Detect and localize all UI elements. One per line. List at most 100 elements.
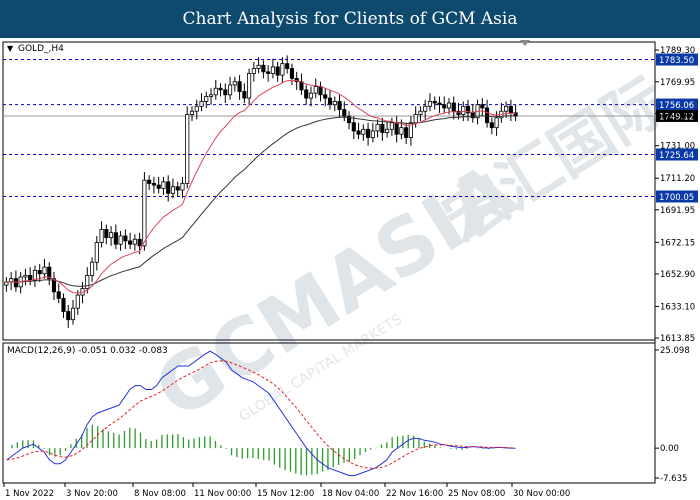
candle-body: [361, 128, 366, 135]
price-tick-label: 1750.60: [660, 110, 695, 120]
candle-body: [484, 107, 490, 124]
time-tick-label: 8 Nov 08:00: [134, 489, 186, 499]
candle-body: [327, 97, 333, 106]
macd-tick-label: -7.635: [660, 474, 687, 484]
macd-tick-label: 0.00: [660, 444, 679, 454]
candle-body: [256, 64, 261, 69]
candle-body: [128, 240, 133, 245]
candle-body: [104, 229, 109, 239]
price-tick-label: 1789.30: [660, 46, 695, 56]
candle-body: [94, 242, 99, 263]
candle-body: [4, 281, 9, 286]
candle-body: [13, 278, 18, 288]
candle-body: [109, 232, 114, 239]
candle-body: [118, 235, 123, 245]
candle-body: [389, 122, 394, 130]
candle-body: [375, 123, 380, 132]
price-tick-label: 1711.20: [660, 174, 695, 184]
candle-body: [132, 238, 137, 245]
watermark: GCMASIA 宏汇国际 GLOBAL CAPITAL MARKETS: [140, 63, 680, 437]
candle-body: [280, 63, 285, 76]
candle-body: [208, 94, 214, 97]
candle-body: [299, 81, 304, 91]
candle-body: [170, 186, 176, 194]
price-tick-label: 1613.85: [660, 334, 695, 344]
candle-body: [351, 122, 356, 132]
candle-body: [261, 64, 266, 73]
candle-body: [480, 104, 485, 109]
price-tick-label: 1633.10: [660, 302, 695, 312]
price-tick-label: 1652.90: [660, 270, 695, 280]
candle-body: [370, 130, 375, 138]
symbol-label: GOLD_,H4: [18, 44, 64, 54]
candle-body: [180, 183, 185, 191]
candle-body: [366, 128, 371, 138]
candle-body: [451, 102, 456, 112]
candle-body: [185, 114, 190, 184]
chart-shift-marker[interactable]: [520, 40, 530, 46]
candle-body: [89, 261, 95, 276]
candle-body: [323, 94, 328, 99]
time-tick-label: 30 Nov 00:00: [513, 489, 570, 499]
candle-body: [308, 92, 314, 99]
symbol-arrow-icon[interactable]: ▼: [7, 44, 14, 53]
candle-body: [42, 266, 47, 275]
time-tick-label: 25 Nov 08:00: [448, 489, 505, 499]
candle-body: [85, 274, 90, 289]
candle-body: [113, 232, 118, 245]
candle-body: [166, 181, 171, 194]
time-tick-label: 3 Nov 20:00: [66, 489, 118, 499]
level-tag-label: 1700.05: [659, 193, 694, 203]
candle-body: [204, 96, 209, 102]
candle-body: [442, 104, 447, 109]
price-tick-label: 1691.95: [660, 206, 695, 216]
candle-body: [446, 102, 452, 109]
time-tick-label: 11 Nov 00:00: [194, 489, 251, 499]
candle-body: [289, 68, 295, 79]
price-tick-label: 1731.00: [660, 142, 695, 152]
candle-body: [504, 105, 509, 112]
candle-body: [489, 122, 494, 129]
candle-body: [404, 127, 409, 138]
candle-body: [337, 100, 342, 110]
candle-body: [213, 87, 218, 96]
candle-body: [427, 100, 433, 107]
candle-body: [275, 66, 280, 76]
price-tick-label: 1769.95: [660, 78, 695, 88]
candle-body: [342, 109, 347, 117]
candle-body: [218, 87, 223, 91]
candle-body: [266, 71, 271, 74]
candle-body: [23, 274, 28, 278]
candle-body: [147, 179, 152, 184]
candle-body: [123, 235, 128, 242]
chart-area[interactable]: GCMASIA 宏汇国际 GLOBAL CAPITAL MARKETS 1783…: [0, 38, 700, 500]
candle-body: [423, 105, 428, 112]
candle-body: [70, 307, 76, 321]
candle-body: [28, 274, 33, 281]
candle-body: [56, 291, 61, 299]
time-tick-label: 18 Nov 04:00: [322, 489, 379, 499]
candle-body: [175, 186, 180, 191]
candle-body: [432, 100, 437, 104]
candle-body: [285, 63, 290, 69]
candle-body: [247, 73, 252, 99]
candle-body: [356, 130, 361, 135]
candle-body: [189, 110, 195, 115]
candle-body: [142, 179, 147, 247]
candle-body: [251, 68, 256, 74]
level-tag-label: 1783.50: [659, 56, 694, 66]
candle-body: [37, 270, 42, 275]
macd-label: MACD(12,26,9) -0.051 0.032 -0.083: [7, 346, 168, 356]
candle-body: [242, 91, 247, 99]
candle-body: [394, 122, 399, 135]
candle-body: [270, 66, 275, 74]
time-tick-label: 15 Nov 12:00: [257, 489, 314, 499]
time-tick-label: 1 Nov 2022: [5, 489, 54, 499]
candle-body: [156, 184, 161, 189]
price-tick-label: 1672.15: [660, 238, 695, 248]
candle-body: [161, 181, 166, 189]
candle-body: [304, 89, 309, 99]
candle-body: [75, 294, 80, 309]
candle-body: [227, 84, 233, 96]
candle-body: [199, 100, 204, 107]
